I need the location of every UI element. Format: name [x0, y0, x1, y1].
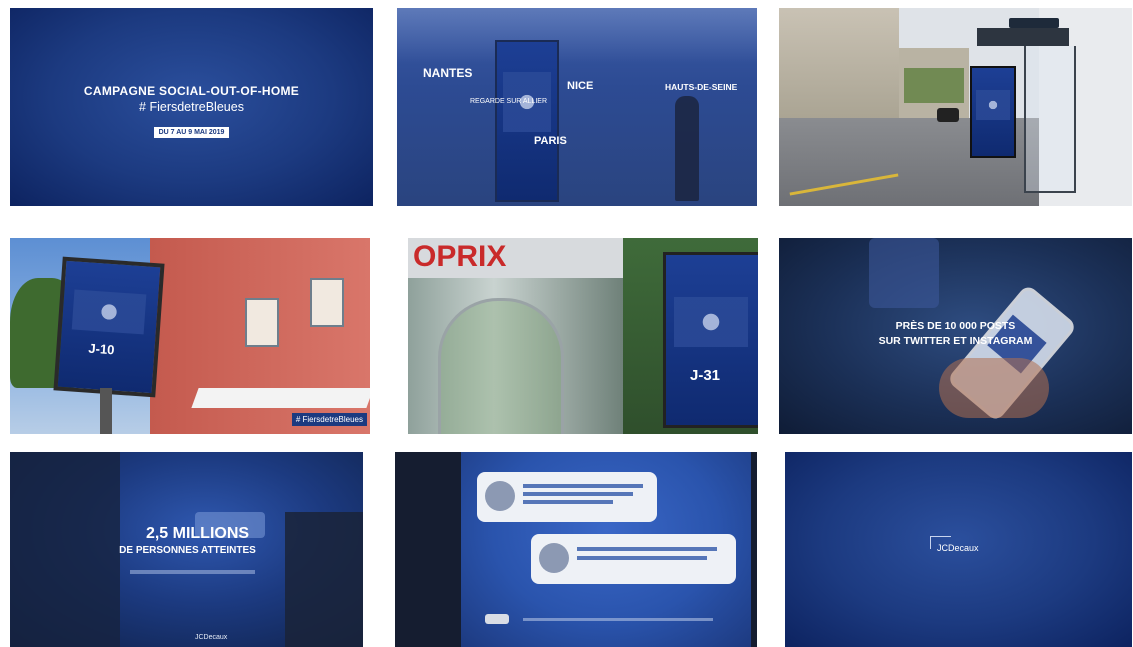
ceiling-glow [397, 8, 757, 63]
bus-shelter-roof [977, 28, 1069, 46]
city-region: REGARDE SUR ALLIER [470, 98, 548, 105]
fine-print [130, 570, 255, 574]
posts-line-2: SUR TWITTER ET INSTAGRAM [878, 335, 1033, 347]
revolving-door [438, 298, 564, 434]
tile-tweets-screen [395, 452, 757, 647]
blurred-screen [869, 238, 939, 308]
tile-street-bus-stop [779, 8, 1132, 206]
footer-button [485, 614, 509, 624]
building-left [779, 8, 899, 123]
tile-brand-logo: JCDecaux [785, 452, 1132, 647]
car [937, 108, 959, 122]
window-2 [310, 278, 344, 327]
reach-brand: JCDecaux [195, 634, 228, 641]
street-poster-crowd [976, 90, 1010, 120]
panel-countdown: J-10 [87, 340, 115, 358]
awning [191, 388, 370, 408]
tweet-line [523, 500, 613, 504]
tweet-line [523, 484, 643, 488]
brand-logo: JCDecaux [937, 543, 979, 553]
tile-cities-map: NANTES NICE HAUTS-DE-SEINE REGARDE SUR A… [397, 8, 757, 206]
tile-social-posts: PRÈS DE 10 000 POSTS SUR TWITTER ET INST… [779, 238, 1132, 434]
city-nantes: NANTES [423, 66, 473, 80]
hashtag-tag: # FiersdetreBleues [291, 413, 367, 426]
tweet-line [577, 547, 717, 551]
tweet-line [577, 556, 707, 560]
dark-right [285, 512, 363, 647]
hand [939, 358, 1049, 418]
tile-building-panel: J-10 # FiersdetreBleues [10, 238, 370, 434]
shelter-sign [1009, 18, 1059, 28]
mupi-crowd [674, 297, 748, 347]
digital-panel [495, 40, 559, 202]
mupi-panel: J-31 [663, 252, 758, 428]
street-digital-panel [970, 66, 1016, 158]
date-badge-wrap: DU 7 AU 9 MAI 2019 [10, 121, 373, 139]
tweet-line [523, 492, 633, 496]
street-panel: J-10 [53, 256, 165, 398]
reach-number: 2,5 MILLIONS [145, 525, 250, 542]
tweet-card-1 [477, 472, 657, 522]
panel-pole [100, 388, 112, 434]
store-sign: OPRIX [413, 240, 507, 273]
window-1 [245, 298, 279, 347]
city-paris: PARIS [534, 135, 567, 147]
posts-line-1: PRÈS DE 10 000 POSTS [895, 320, 1016, 332]
city-hauts-de-seine: HAUTS-DE-SEINE [665, 82, 738, 92]
city-nice: NICE [567, 80, 594, 92]
tile-storefront: OPRIX J-31 [408, 238, 758, 434]
trees [904, 68, 964, 103]
reach-caption: DE PERSONNES ATTEINTES [119, 545, 256, 556]
tile-campaign-title: CAMPAGNE SOCIAL-OUT-OF-HOME # Fiersdetre… [10, 8, 373, 206]
tweet-card-2 [531, 534, 736, 584]
campaign-title: CAMPAGNE SOCIAL-OUT-OF-HOME [83, 84, 300, 98]
panel-crowd [71, 289, 147, 335]
campaign-hashtag: # FiersdetreBleues [139, 100, 244, 114]
pedestrian [675, 96, 699, 201]
tweet-avatar-2 [539, 543, 569, 573]
tweet-avatar-1 [485, 481, 515, 511]
footer-text [523, 618, 713, 621]
tile-reach-stat: 2,5 MILLIONS DE PERSONNES ATTEINTES JCDe… [10, 452, 363, 647]
mupi-countdown: J-31 [690, 367, 721, 384]
shelter-glass [1024, 46, 1076, 193]
date-badge: DU 7 AU 9 MAI 2019 [153, 127, 230, 138]
